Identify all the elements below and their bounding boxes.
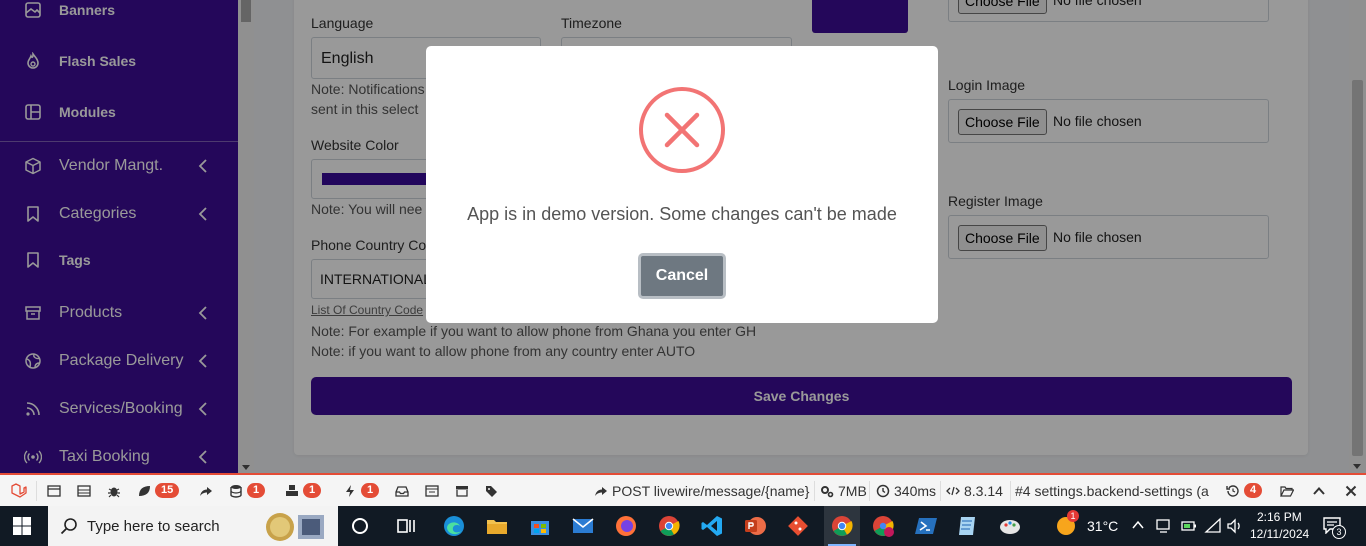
volume-icon[interactable] (1226, 517, 1244, 535)
history-tab[interactable]: 4 (1226, 475, 1263, 506)
weather-temp: 31°C (1087, 518, 1119, 534)
chevron-up-icon (1313, 486, 1325, 495)
git-icon[interactable] (786, 514, 810, 538)
tags-tab[interactable] (485, 475, 499, 506)
file-explorer-icon[interactable] (485, 514, 509, 538)
timeline-icon (77, 484, 91, 497)
share-icon (595, 486, 607, 496)
debug-bar: 15 1 1 1 POST livewire/message/{name} 7M… (0, 473, 1366, 506)
history-icon (1226, 484, 1239, 497)
paint-icon[interactable] (998, 514, 1022, 538)
microsoft-store-icon[interactable] (528, 514, 552, 538)
timeline-tab[interactable] (77, 475, 91, 506)
archive-icon (456, 485, 468, 497)
events-tab[interactable]: 1 (343, 475, 380, 506)
windows-taskbar: Type here to search 1 31°C 2:16 PM 12/11… (0, 506, 1366, 546)
powerpoint-icon[interactable] (743, 514, 767, 538)
laravel-logo-icon[interactable] (10, 475, 28, 506)
chevron-up-icon[interactable] (1131, 518, 1145, 532)
taskbar-search-box[interactable]: Type here to search (48, 506, 338, 546)
wifi-icon[interactable] (1204, 517, 1222, 535)
dialog-message: App is in demo version. Some changes can… (467, 204, 897, 224)
php-version-text: 8.3.14 (964, 482, 1003, 499)
vscode-icon[interactable] (700, 514, 724, 538)
inbox-icon (395, 485, 409, 497)
php-version-info: 8.3.14 (946, 475, 1003, 506)
search-placeholder: Type here to search (87, 518, 220, 535)
notification-center-button[interactable]: 3 (1322, 516, 1346, 539)
queries-tab[interactable]: 1 (229, 475, 266, 506)
session-tab[interactable] (455, 475, 469, 506)
messages-tab[interactable] (47, 475, 61, 506)
time-text: 340ms (894, 482, 937, 499)
memory-info: 7MB (820, 475, 867, 506)
powershell-icon[interactable] (914, 514, 938, 538)
cortana-icon[interactable] (348, 514, 372, 538)
cogs-icon (821, 485, 834, 497)
leaf-icon (139, 485, 150, 496)
notepad-icon[interactable] (956, 514, 980, 538)
tags-icon (486, 485, 497, 497)
weather-badge: 1 (1067, 510, 1079, 522)
task-view-icon[interactable] (394, 514, 418, 538)
mail-tab[interactable] (395, 475, 409, 506)
views-tab[interactable]: 15 (137, 475, 180, 506)
clock-date[interactable]: 12/11/2024 (1250, 527, 1309, 541)
memory-text: 7MB (838, 482, 867, 499)
models-tab[interactable]: 1 (285, 475, 322, 506)
search-icon (60, 518, 77, 535)
chrome-active-tab[interactable] (824, 506, 860, 546)
database-icon (230, 484, 242, 498)
queries-badge: 1 (247, 483, 266, 498)
history-badge: 4 (1244, 483, 1263, 498)
messages-icon (47, 484, 61, 497)
network-share-icon[interactable] (1155, 517, 1173, 535)
chrome-profile-icon[interactable] (871, 514, 895, 538)
models-badge: 1 (303, 483, 322, 498)
requests-badge: 15 (155, 483, 180, 498)
chrome-icon[interactable] (657, 514, 681, 538)
share-icon (200, 486, 212, 496)
gate-tab[interactable] (425, 475, 439, 506)
demo-alert-dialog: App is in demo version. Some changes can… (426, 46, 938, 323)
bolt-icon (346, 484, 354, 497)
minimize-button[interactable] (1312, 475, 1326, 506)
open-folder-button[interactable] (1280, 475, 1294, 506)
close-icon (1345, 485, 1357, 496)
battery-icon[interactable] (1180, 517, 1198, 535)
exceptions-tab[interactable] (107, 475, 121, 506)
route-tab[interactable] (199, 475, 213, 506)
clock-time[interactable]: 2:16 PM (1257, 510, 1302, 524)
events-badge: 1 (361, 483, 380, 498)
clock-icon (876, 484, 890, 497)
mail-icon[interactable] (571, 514, 595, 538)
folder-open-icon (1280, 485, 1294, 497)
weather-widget[interactable]: 1 (1054, 510, 1080, 538)
chrome-icon (832, 516, 853, 536)
edge-icon[interactable] (442, 514, 466, 538)
notification-count: 3 (1332, 525, 1346, 539)
code-icon (946, 486, 960, 495)
close-button[interactable] (1344, 475, 1358, 506)
cubes-icon (286, 484, 298, 496)
bug-icon (108, 487, 120, 497)
request-info[interactable]: POST livewire/message/{name} (594, 475, 809, 506)
route-text: #4 settings.backend-settings (a (1015, 482, 1209, 499)
request-text: POST livewire/message/{name} (612, 482, 810, 499)
error-x-icon (639, 87, 725, 173)
route-info[interactable]: #4 settings.backend-settings (a (1015, 475, 1218, 506)
cancel-button[interactable]: Cancel (638, 253, 726, 299)
firefox-icon[interactable] (614, 514, 638, 538)
search-highlight-icon (266, 513, 324, 541)
windows-start-icon[interactable] (12, 516, 32, 536)
time-info: 340ms (876, 475, 936, 506)
list-icon (425, 484, 439, 497)
